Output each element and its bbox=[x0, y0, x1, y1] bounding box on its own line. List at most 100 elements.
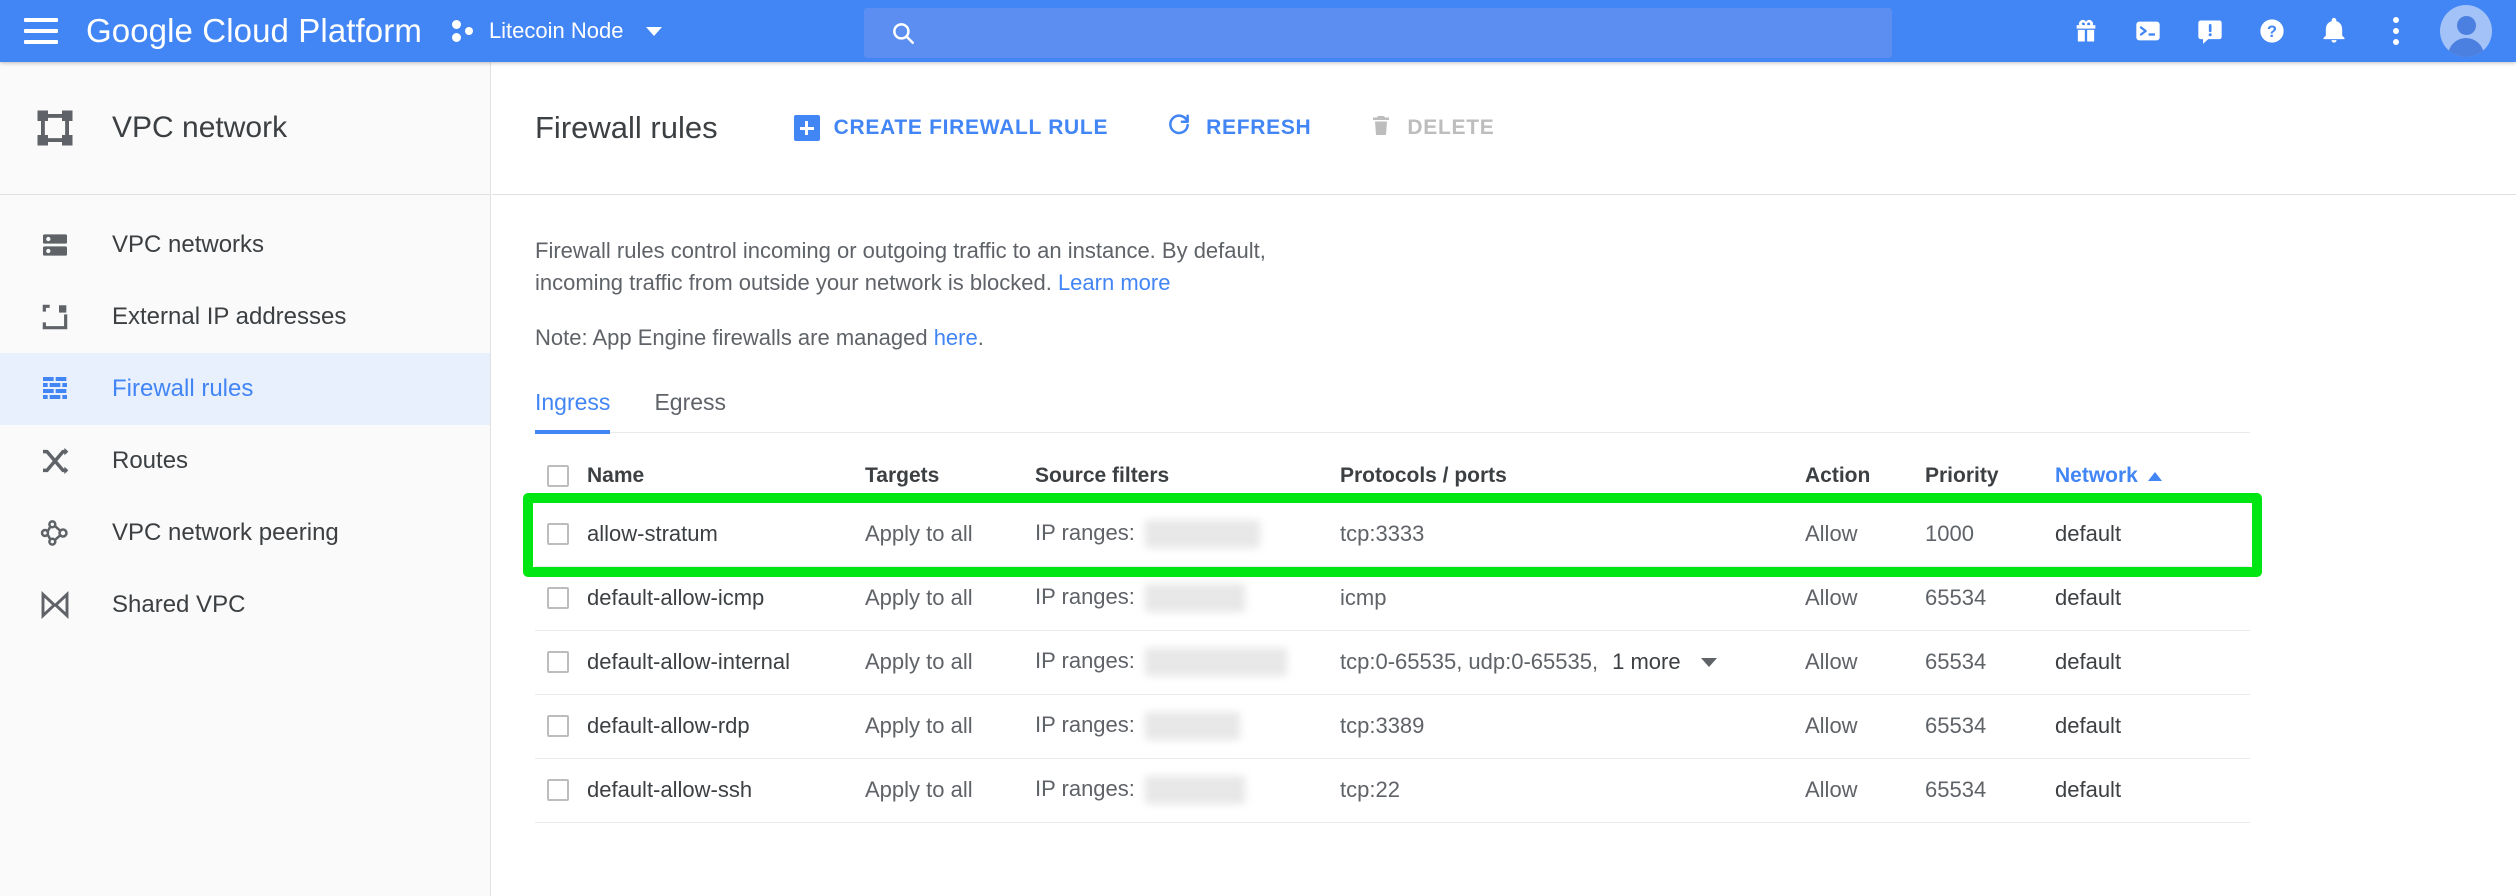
sidebar-item-label: Shared VPC bbox=[112, 591, 246, 618]
column-header-source-filters[interactable]: Source filters bbox=[1035, 464, 1340, 488]
column-header-network-label: Network bbox=[2055, 464, 2138, 488]
here-link[interactable]: here bbox=[934, 325, 978, 350]
select-all-checkbox[interactable] bbox=[547, 465, 569, 488]
project-name: Litecoin Node bbox=[488, 18, 624, 43]
hamburger-menu-icon[interactable] bbox=[24, 18, 58, 44]
search-icon bbox=[890, 20, 916, 46]
search-input[interactable] bbox=[934, 21, 1892, 45]
sidebar-item-vpc-networks[interactable]: VPC networks bbox=[0, 209, 490, 281]
note-prefix: Note: App Engine firewalls are managed bbox=[535, 324, 934, 350]
description-text: Firewall rules control incoming or outgo… bbox=[535, 235, 1395, 299]
sidebar-item-shared-vpc[interactable]: Shared VPC bbox=[0, 569, 490, 641]
protocols-text: tcp:3333 bbox=[1340, 521, 1425, 547]
table-row[interactable]: default-allow-ssh Apply to all IP ranges… bbox=[535, 759, 2250, 823]
search-bar[interactable] bbox=[864, 8, 1892, 58]
cell-source-filters: IP ranges: bbox=[1035, 712, 1340, 741]
cell-name[interactable]: default-allow-ssh bbox=[587, 777, 865, 803]
cell-targets: Apply to all bbox=[865, 777, 973, 803]
protocols-text: tcp:0-65535, udp:0-65535, bbox=[1340, 649, 1599, 675]
cell-source-filters: IP ranges: bbox=[1035, 648, 1340, 677]
create-firewall-rule-label: CREATE FIREWALL RULE bbox=[833, 116, 1109, 139]
chevron-down-icon[interactable] bbox=[1700, 657, 1717, 667]
more-options-icon[interactable] bbox=[2368, 3, 2424, 59]
column-header-action[interactable]: Action bbox=[1805, 464, 1925, 488]
column-header-priority[interactable]: Priority bbox=[1925, 464, 2055, 488]
more-protocols-link[interactable]: 1 more bbox=[1612, 649, 1680, 675]
select-all-checkbox-cell bbox=[535, 465, 587, 488]
column-header-targets[interactable]: Targets bbox=[865, 464, 1035, 488]
page-title: Firewall rules bbox=[535, 110, 718, 145]
redacted-ip-range bbox=[1144, 648, 1287, 677]
column-header-protocols-ports[interactable]: Protocols / ports bbox=[1340, 464, 1805, 488]
row-checkbox[interactable] bbox=[547, 779, 569, 802]
learn-more-link[interactable]: Learn more bbox=[1058, 270, 1171, 295]
cloud-shell-icon[interactable] bbox=[2120, 3, 2176, 59]
sort-ascending-icon bbox=[2147, 471, 2162, 481]
cell-action: Allow bbox=[1805, 713, 1858, 739]
cell-priority: 65534 bbox=[1925, 713, 1987, 739]
vpc-networks-icon bbox=[20, 229, 90, 261]
delete-button: DELETE bbox=[1369, 112, 1494, 144]
protocols-text: tcp:3389 bbox=[1340, 713, 1425, 739]
redacted-ip-range bbox=[1144, 584, 1245, 613]
refresh-icon bbox=[1166, 112, 1192, 144]
svg-text:?: ? bbox=[2267, 23, 2277, 41]
redacted-ip-range bbox=[1144, 520, 1260, 549]
trash-icon bbox=[1369, 112, 1393, 144]
cell-source-filters: IP ranges: bbox=[1035, 520, 1340, 549]
main-content: Firewall rules CREATE FIREWALL RULE REFR… bbox=[492, 62, 2516, 896]
external-ip-icon bbox=[20, 301, 90, 333]
sidebar-item-routes[interactable]: Routes bbox=[0, 425, 490, 497]
routes-shuffle-icon bbox=[20, 445, 90, 477]
cell-priority: 65534 bbox=[1925, 777, 1987, 803]
sidebar-item-external-ip-addresses[interactable]: External IP addresses bbox=[0, 281, 490, 353]
cell-name[interactable]: allow-stratum bbox=[587, 521, 865, 547]
row-checkbox[interactable] bbox=[547, 715, 569, 738]
column-header-network[interactable]: Network bbox=[2055, 464, 2205, 488]
create-firewall-rule-button[interactable]: CREATE FIREWALL RULE bbox=[793, 115, 1109, 141]
feedback-icon[interactable] bbox=[2182, 3, 2238, 59]
column-header-name[interactable]: Name bbox=[587, 464, 865, 488]
table-row[interactable]: default-allow-internal Apply to all IP r… bbox=[535, 631, 2250, 695]
delete-label: DELETE bbox=[1407, 116, 1495, 139]
row-checkbox[interactable] bbox=[547, 651, 569, 674]
shared-vpc-bowtie-icon bbox=[20, 589, 90, 621]
brand-title: Google Cloud Platform bbox=[86, 12, 422, 49]
cell-name[interactable]: default-allow-icmp bbox=[587, 585, 865, 611]
gift-icon[interactable] bbox=[2058, 3, 2114, 59]
refresh-label: REFRESH bbox=[1206, 116, 1312, 139]
avatar[interactable] bbox=[2440, 5, 2492, 57]
note-text: Note: App Engine firewalls are managed h… bbox=[535, 325, 2516, 351]
sidebar-item-firewall-rules[interactable]: Firewall rules bbox=[0, 353, 490, 425]
row-checkbox[interactable] bbox=[547, 587, 569, 610]
help-icon[interactable]: ? bbox=[2244, 3, 2300, 59]
project-selector[interactable]: Litecoin Node bbox=[451, 18, 663, 44]
row-checkbox[interactable] bbox=[547, 523, 569, 546]
sidebar-nav: VPC networks External IP addresses Firew… bbox=[0, 195, 490, 641]
cell-action: Allow bbox=[1805, 585, 1858, 611]
cell-action: Allow bbox=[1805, 521, 1858, 547]
sidebar-item-vpc-network-peering[interactable]: VPC network peering bbox=[0, 497, 490, 569]
refresh-button[interactable]: REFRESH bbox=[1166, 112, 1311, 144]
cell-targets: Apply to all bbox=[865, 713, 973, 739]
cell-name[interactable]: default-allow-internal bbox=[587, 649, 865, 675]
source-filter-label: IP ranges: bbox=[1035, 776, 1135, 802]
cell-targets: Apply to all bbox=[865, 521, 973, 547]
tab-egress[interactable]: Egress bbox=[654, 389, 726, 434]
top-bar-icon-group: ? bbox=[2058, 0, 2496, 62]
source-filter-label: IP ranges: bbox=[1035, 648, 1135, 674]
toolbar: CREATE FIREWALL RULE REFRESH DELETE bbox=[793, 112, 1495, 144]
cell-protocols-ports: icmp bbox=[1340, 585, 1805, 611]
tab-ingress[interactable]: Ingress bbox=[535, 389, 611, 434]
table-row[interactable]: default-allow-rdp Apply to all IP ranges… bbox=[535, 695, 2250, 759]
notifications-bell-icon[interactable] bbox=[2306, 3, 2362, 59]
table-row[interactable]: default-allow-icmp Apply to all IP range… bbox=[535, 567, 2250, 631]
cell-protocols-ports: tcp:22 bbox=[1340, 777, 1805, 803]
cell-protocols-ports: tcp:3333 bbox=[1340, 521, 1805, 547]
cell-protocols-ports: tcp:0-65535, udp:0-65535, 1 more bbox=[1340, 649, 1805, 675]
vpc-network-icon bbox=[20, 107, 90, 149]
redacted-ip-range bbox=[1144, 776, 1245, 805]
sidebar: VPC network VPC networks External IP add… bbox=[0, 62, 491, 896]
cell-name[interactable]: default-allow-rdp bbox=[587, 713, 865, 739]
table-row[interactable]: allow-stratum Apply to all IP ranges: tc… bbox=[523, 492, 2262, 577]
